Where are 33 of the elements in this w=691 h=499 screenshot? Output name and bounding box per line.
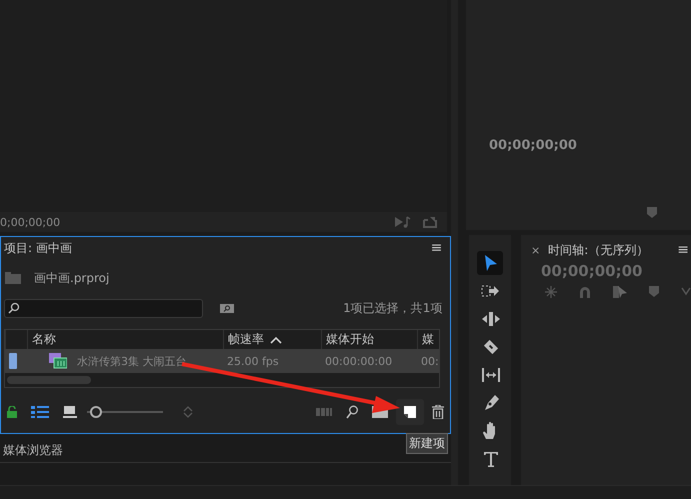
scrollbar-thumb[interactable]: [7, 376, 91, 384]
marker-icon[interactable]: [649, 286, 659, 297]
panel-menu[interactable]: ≡: [677, 242, 689, 258]
unlocked-lock-icon[interactable]: [7, 406, 17, 418]
timecode: 00;00;00;00: [541, 262, 644, 280]
new-item-button[interactable]: [396, 399, 424, 425]
table-cell: 00:00:00:00: [325, 354, 392, 368]
panel-title[interactable]: 项目: 画中画: [4, 240, 72, 256]
icon-view-icon[interactable]: [63, 406, 77, 418]
tooltip: 新建项: [406, 433, 448, 454]
selection-tool-button[interactable]: [477, 251, 503, 275]
search-icon: [8, 302, 20, 314]
panel-menu[interactable]: ≡: [430, 240, 442, 256]
folder-icon: [4, 271, 22, 285]
table-cell: 00:: [421, 354, 439, 368]
linked-selection-icon[interactable]: [613, 286, 627, 298]
sequence-clip-icon: [49, 353, 67, 369]
list-view-icon[interactable]: [31, 406, 49, 418]
page-icon: [404, 406, 416, 418]
search-field[interactable]: [4, 298, 203, 318]
project-file-name: 画中画.prproj: [34, 270, 110, 286]
trash-icon[interactable]: [432, 405, 444, 419]
bin-search-icon[interactable]: [219, 302, 235, 314]
label-color-swatch: [9, 353, 17, 369]
timecode: 00;00;00;00: [489, 138, 578, 153]
slider-thumb[interactable]: [90, 406, 102, 418]
close-button[interactable]: ×: [531, 244, 540, 256]
selection-status: 1项已选择，共1项: [343, 300, 442, 316]
timecode: 0;00;00;00: [0, 216, 60, 228]
table-cell: 25.00 fps: [227, 354, 279, 368]
panel-title[interactable]: 时间轴:（无序列）: [548, 242, 648, 258]
search-icon[interactable]: [346, 405, 358, 419]
marker-icon[interactable]: [647, 207, 657, 218]
